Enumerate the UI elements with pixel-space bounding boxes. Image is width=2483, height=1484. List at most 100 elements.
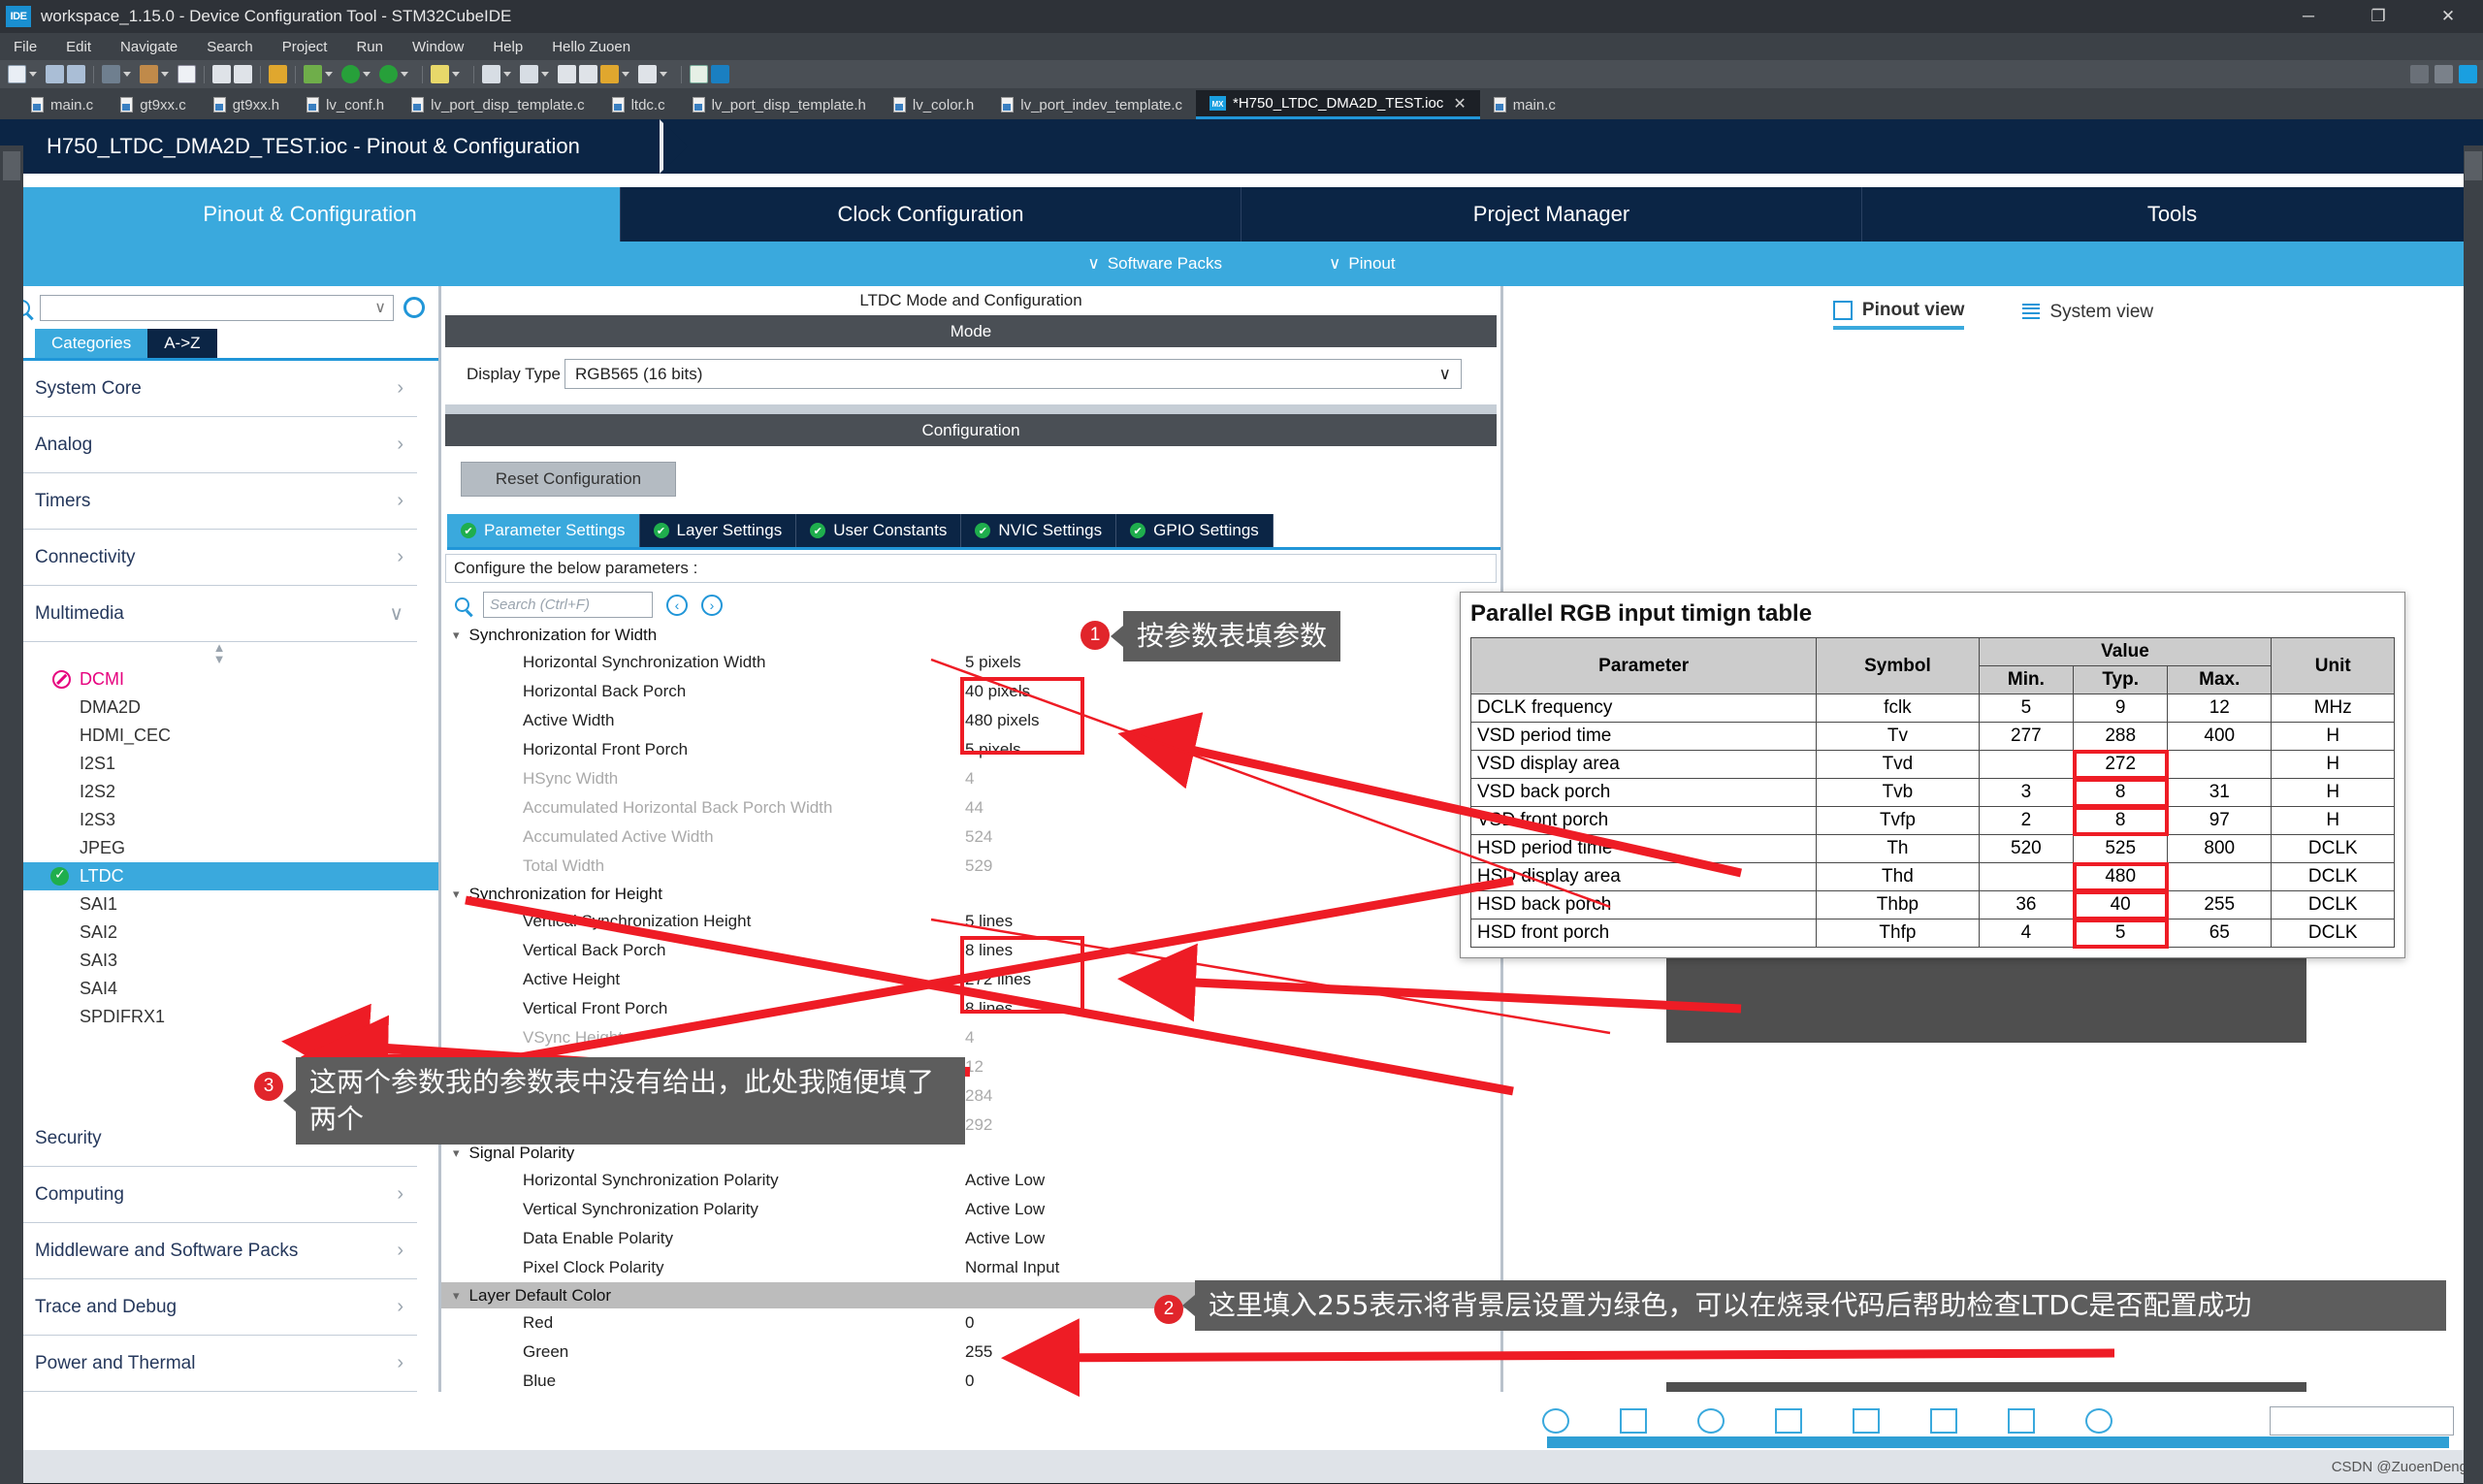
peripheral-item-sai4[interactable]: SAI4 — [50, 975, 438, 1003]
rail-button[interactable] — [2465, 151, 2482, 180]
zoom-out-icon[interactable] — [1697, 1408, 1725, 1434]
sidebar-item-power-thermal[interactable]: Power and Thermal › — [21, 1336, 417, 1392]
registers-icon[interactable] — [482, 65, 500, 83]
display-type-select[interactable]: RGB565 (16 bits) ∨ — [564, 359, 1462, 389]
software-packs-menu[interactable]: ∨Software Packs — [1087, 254, 1222, 274]
build-icon[interactable] — [102, 65, 120, 83]
sidebar-tab-categories[interactable]: Categories — [35, 329, 147, 358]
perspective-cubemx-icon[interactable] — [2459, 65, 2477, 83]
editor-tab[interactable]: main.c — [1480, 90, 1569, 119]
next-match-icon[interactable]: › — [701, 595, 723, 616]
step-back-icon[interactable] — [212, 65, 231, 83]
sidebar-item-analog[interactable]: Analog › — [21, 417, 417, 473]
memory-dropdown-icon[interactable] — [541, 72, 549, 77]
editor-tab[interactable]: gt9xx.h — [200, 90, 293, 119]
debug-icon[interactable] — [304, 65, 322, 83]
debug-dropdown-icon[interactable] — [325, 72, 333, 77]
new-file-dropdown-icon[interactable] — [29, 72, 37, 77]
reset-configuration-button[interactable]: Reset Configuration — [461, 462, 676, 497]
sidebar-item-trace-debug[interactable]: Trace and Debug › — [21, 1279, 417, 1336]
run-icon[interactable] — [341, 65, 360, 83]
menu-file[interactable]: File — [14, 39, 37, 55]
tab-tools[interactable]: Tools — [1862, 187, 2483, 242]
peripheral-item-spdifrx1[interactable]: SPDIFRX1 — [50, 1003, 438, 1031]
menu-run[interactable]: Run — [356, 39, 383, 55]
next-annotation-dropdown-icon[interactable] — [660, 72, 667, 77]
sidebar-item-system-core[interactable]: System Core › — [21, 361, 417, 417]
editor-tab-active[interactable]: *H750_LTDC_DMA2D_TEST.ioc✕ — [1196, 90, 1480, 119]
save-icon[interactable] — [46, 65, 64, 83]
editor-tab[interactable]: lv_port_disp_template.c — [398, 90, 597, 119]
sidebar-item-computing[interactable]: Computing › — [21, 1167, 417, 1223]
new-file-icon[interactable] — [8, 65, 26, 83]
menu-hello-user[interactable]: Hello Zuoen — [552, 39, 630, 55]
tab-pinout-view[interactable]: Pinout view — [1833, 300, 1965, 330]
quick-access-search-icon[interactable] — [2410, 65, 2429, 83]
peripheral-item-hdmi-cec[interactable]: HDMI_CEC — [50, 722, 438, 750]
param-row-green[interactable]: Green255 — [441, 1338, 1500, 1367]
peripheral-item-dma2d[interactable]: DMA2D — [50, 694, 438, 722]
sidebar-item-timers[interactable]: Timers › — [21, 473, 417, 530]
prev-match-icon[interactable]: ‹ — [666, 595, 688, 616]
back-nav-icon[interactable] — [558, 65, 576, 83]
editor-tab[interactable]: main.c — [17, 90, 107, 119]
editor-tab[interactable]: lv_conf.h — [293, 90, 398, 119]
peripheral-item-i2s1[interactable]: I2S1 — [50, 750, 438, 778]
param-group-header[interactable]: ▾Synchronization for Height — [441, 881, 1500, 907]
fit-to-window-icon[interactable] — [1620, 1408, 1647, 1434]
menu-window[interactable]: Window — [412, 39, 464, 55]
peripheral-item-i2s3[interactable]: I2S3 — [50, 806, 438, 834]
memory-icon[interactable] — [520, 65, 538, 83]
param-row[interactable]: Horizontal Synchronization PolarityActiv… — [441, 1166, 1500, 1195]
sidebar-item-connectivity[interactable]: Connectivity › — [21, 530, 417, 586]
scroll-up-icon[interactable]: ▲▼ — [0, 642, 438, 665]
param-row[interactable]: Pixel Clock PolarityNormal Input — [441, 1253, 1500, 1282]
next-annotation-icon[interactable] — [638, 65, 657, 83]
tab-gpio-settings[interactable]: ✔GPIO Settings — [1116, 514, 1274, 547]
build-dropdown-icon[interactable] — [123, 72, 131, 77]
new-cube-project-icon[interactable] — [690, 65, 708, 83]
debug-bug-icon[interactable] — [269, 65, 287, 83]
param-row[interactable]: Vertical Synchronization Height5 lines — [441, 907, 1500, 936]
parameter-search-input[interactable]: Search (Ctrl+F) — [483, 592, 653, 618]
maximize-button[interactable]: ❐ — [2343, 0, 2413, 33]
tab-layer-settings[interactable]: ✔Layer Settings — [640, 514, 797, 547]
param-row[interactable]: Blue0 — [441, 1367, 1500, 1392]
hammer-dropdown-icon[interactable] — [161, 72, 169, 77]
hammer-icon[interactable] — [140, 65, 158, 83]
zoom-fit-icon[interactable] — [1542, 1408, 1569, 1434]
export-icon[interactable] — [1775, 1408, 1802, 1434]
pin-search-input[interactable] — [2270, 1406, 2454, 1436]
gear-icon[interactable] — [403, 297, 425, 318]
registers-dropdown-icon[interactable] — [503, 72, 511, 77]
peripheral-item-dcmi[interactable]: DCMI — [50, 665, 438, 694]
pinout-menu[interactable]: ∨Pinout — [1329, 254, 1396, 274]
table-view-icon[interactable] — [2008, 1408, 2035, 1434]
param-row[interactable]: Vertical Synchronization PolarityActive … — [441, 1195, 1500, 1224]
tab-pinout-configuration[interactable]: Pinout & Configuration — [0, 187, 621, 242]
menu-edit[interactable]: Edit — [66, 39, 91, 55]
tab-system-view[interactable]: System view — [2022, 302, 2153, 328]
rail-button[interactable] — [3, 151, 20, 180]
stop-icon[interactable] — [379, 65, 398, 83]
close-button[interactable]: ✕ — [2413, 0, 2483, 33]
sidebar-item-multimedia[interactable]: Multimedia ∨ — [21, 586, 417, 642]
stop-dropdown-icon[interactable] — [401, 72, 408, 77]
prev-annotation-icon[interactable] — [600, 65, 619, 83]
param-row[interactable]: Data Enable PolarityActive Low — [441, 1224, 1500, 1253]
menu-project[interactable]: Project — [282, 39, 328, 55]
editor-tab[interactable]: lv_port_disp_template.h — [679, 90, 880, 119]
editor-tab[interactable]: lv_color.h — [880, 90, 987, 119]
peripheral-item-ltdc[interactable]: LTDC — [21, 862, 438, 890]
prev-annotation-dropdown-icon[interactable] — [622, 72, 629, 77]
step-forward-icon[interactable] — [234, 65, 252, 83]
editor-tab[interactable]: lv_port_indev_template.c — [987, 90, 1196, 119]
menu-navigate[interactable]: Navigate — [120, 39, 177, 55]
search-pin-icon[interactable] — [2085, 1408, 2112, 1434]
peripheral-item-i2s2[interactable]: I2S2 — [50, 778, 438, 806]
perspective-c-icon[interactable] — [2435, 65, 2453, 83]
tab-clock-configuration[interactable]: Clock Configuration — [621, 187, 1242, 242]
minimize-button[interactable]: ─ — [2273, 0, 2343, 33]
peripheral-item-sai3[interactable]: SAI3 — [50, 947, 438, 975]
menu-help[interactable]: Help — [493, 39, 523, 55]
